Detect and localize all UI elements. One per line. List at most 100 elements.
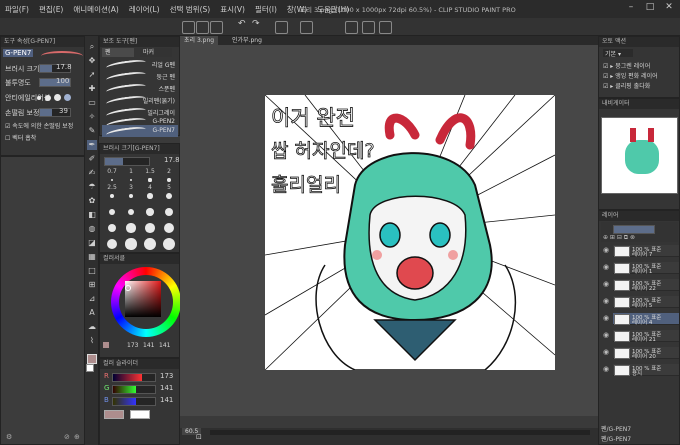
anti-alias-options[interactable] bbox=[37, 94, 71, 102]
menu-filter[interactable]: 필터(I) bbox=[250, 4, 282, 15]
subtool-tab-marker[interactable]: 마커 bbox=[140, 48, 172, 57]
menu-layer[interactable]: 레이어(L) bbox=[124, 4, 165, 15]
eye-icon[interactable]: ◉ bbox=[603, 331, 609, 339]
menu-selection[interactable]: 선택 범위(S) bbox=[165, 4, 216, 15]
eye-icon[interactable]: ◉ bbox=[603, 263, 609, 271]
settings-icon[interactable]: ⚙ bbox=[6, 433, 12, 441]
brush-size-preset[interactable] bbox=[125, 238, 137, 250]
pen-tool-icon[interactable]: ✒ bbox=[87, 140, 97, 150]
eye-icon[interactable]: ◉ bbox=[603, 246, 609, 254]
brush-size-preset[interactable] bbox=[148, 178, 152, 182]
eye-icon[interactable]: ◉ bbox=[603, 297, 609, 305]
clear-icon[interactable] bbox=[275, 21, 288, 34]
redo-icon[interactable]: ↷ bbox=[252, 19, 263, 30]
ruler-tool-icon[interactable]: ⊿ bbox=[87, 294, 97, 304]
brush-size-preset[interactable] bbox=[129, 178, 133, 182]
brush-size-preset[interactable] bbox=[144, 238, 156, 250]
aa-none-icon[interactable] bbox=[37, 96, 41, 100]
move-tool-icon[interactable]: ✥ bbox=[87, 56, 97, 66]
current-color-swatch[interactable] bbox=[104, 410, 124, 419]
brush-size-preset[interactable] bbox=[128, 193, 134, 199]
brush-size-preset[interactable] bbox=[111, 179, 113, 181]
operation-tool-icon[interactable]: ➚ bbox=[87, 70, 97, 80]
canvas-area[interactable]: 이거 완전 쌉 허자인데? 훌리얼리 bbox=[180, 45, 598, 416]
zoom-tool-icon[interactable]: ⌕ bbox=[87, 42, 97, 52]
pencil-tool-icon[interactable]: ✐ bbox=[87, 154, 97, 164]
text-tool-icon[interactable]: A bbox=[87, 308, 97, 318]
new-icon[interactable] bbox=[182, 21, 195, 34]
eyedropper-tool-icon[interactable]: ✎ bbox=[87, 126, 97, 136]
layer-row[interactable]: ◉ 100 % 표준 용지 bbox=[603, 364, 679, 377]
brush-size-preset[interactable] bbox=[146, 208, 154, 216]
g-slider[interactable] bbox=[112, 385, 156, 394]
brush-size-preset[interactable] bbox=[107, 223, 117, 233]
subtool-item[interactable]: 리얼 G펜 bbox=[102, 58, 178, 72]
color-picker-cursor[interactable] bbox=[125, 285, 131, 291]
panel-menu-icon[interactable]: ⊕ bbox=[74, 433, 80, 441]
eye-icon[interactable]: ◉ bbox=[603, 348, 609, 356]
vector-snap-checkbox[interactable]: ☐ 벡터 흡착 bbox=[5, 133, 36, 142]
brush-size-preset[interactable] bbox=[108, 208, 116, 216]
subtool-item[interactable]: 스푼펜 bbox=[102, 82, 178, 96]
panel-help-icon[interactable]: ⊘ bbox=[64, 433, 70, 441]
layer-row[interactable]: ◉ 100 % 표준 레이어 5 bbox=[603, 296, 679, 309]
action-item[interactable]: ☑ ▸ 뭉그렌 레이어 bbox=[603, 61, 650, 70]
correct-line-tool-icon[interactable]: ⌇ bbox=[87, 336, 97, 346]
speed-stabilization-checkbox[interactable]: ☑ 속도에 의한 손떨림 보정 bbox=[5, 121, 73, 130]
layer-row[interactable]: ◉ 100 % 표준 레이어 20 bbox=[603, 347, 679, 360]
layer-row[interactable]: ◉ 100 % 표준 레이어 4 bbox=[603, 313, 679, 326]
undo-icon[interactable]: ↶ bbox=[238, 19, 249, 30]
horizontal-scrollbar[interactable] bbox=[210, 430, 590, 435]
gradient-tool-icon[interactable]: ▦ bbox=[87, 252, 97, 262]
transform-icon[interactable] bbox=[300, 21, 313, 34]
brush-size-preset[interactable] bbox=[109, 193, 115, 199]
brush-size-preset[interactable] bbox=[126, 223, 136, 233]
subtool-item[interactable]: 둥근 펜 bbox=[102, 70, 178, 84]
close-icon[interactable]: ✕ bbox=[662, 2, 676, 15]
navigator-thumbnail[interactable] bbox=[601, 117, 678, 194]
brush-tool-icon[interactable]: ✍ bbox=[87, 168, 97, 178]
action-set-select[interactable]: 기본 ▾ bbox=[603, 49, 633, 58]
save-icon[interactable] bbox=[210, 21, 223, 34]
eye-icon[interactable]: ◉ bbox=[603, 314, 609, 322]
auto-select-tool-icon[interactable]: ✧ bbox=[87, 112, 97, 122]
artwork-canvas[interactable]: 이거 완전 쌉 허자인데? 훌리얼리 bbox=[265, 95, 555, 370]
move-layer-tool-icon[interactable]: ✚ bbox=[87, 84, 97, 94]
layer-opacity-slider[interactable] bbox=[613, 225, 655, 234]
eye-icon[interactable]: ◉ bbox=[603, 365, 609, 373]
b-slider[interactable] bbox=[112, 397, 156, 406]
ruler-icon[interactable] bbox=[362, 21, 375, 34]
action-item[interactable]: ☑ ▸ 앵잉 편화 레이어 bbox=[603, 71, 658, 80]
menu-edit[interactable]: 편집(E) bbox=[34, 4, 68, 15]
fill-tool-icon[interactable]: ◪ bbox=[87, 238, 97, 248]
layer-row[interactable]: ◉ 100 % 표준 레이어 22 bbox=[603, 279, 679, 292]
brush-size-preset[interactable] bbox=[106, 238, 118, 250]
decoration-tool-icon[interactable]: ✿ bbox=[87, 196, 97, 206]
menu-view[interactable]: 표시(V) bbox=[215, 4, 250, 15]
brush-size-preset[interactable] bbox=[145, 223, 155, 233]
open-icon[interactable] bbox=[196, 21, 209, 34]
figure-tool-icon[interactable]: □ bbox=[87, 266, 97, 276]
aa-strong-icon[interactable] bbox=[64, 94, 71, 101]
maximize-icon[interactable]: □ bbox=[643, 2, 657, 15]
brush-size-panel-slider[interactable] bbox=[104, 157, 150, 166]
sub-color-box[interactable] bbox=[130, 410, 150, 419]
brush-size-preset[interactable] bbox=[163, 222, 175, 234]
brush-size-preset[interactable] bbox=[164, 207, 174, 217]
action-item[interactable]: ☑ ▸ 클리핑 출다화 bbox=[603, 81, 650, 90]
blend-tool-icon[interactable]: ◍ bbox=[87, 224, 97, 234]
aa-weak-icon[interactable] bbox=[45, 95, 51, 101]
eraser-tool-icon[interactable]: ◧ bbox=[87, 210, 97, 220]
layer-row[interactable]: ◉ 100 % 표준 레이어 21 bbox=[603, 330, 679, 343]
menu-file[interactable]: 파일(F) bbox=[0, 4, 34, 15]
brush-size-preset[interactable] bbox=[167, 178, 171, 182]
eye-icon[interactable]: ◉ bbox=[603, 280, 609, 288]
brush-size-preset[interactable] bbox=[163, 238, 175, 250]
r-slider[interactable] bbox=[112, 373, 156, 382]
brush-size-preset[interactable] bbox=[127, 208, 135, 216]
grid-icon[interactable] bbox=[379, 21, 392, 34]
airbrush-tool-icon[interactable]: ☂ bbox=[87, 182, 97, 192]
subtool-tab-pen[interactable]: 펜 bbox=[102, 48, 134, 57]
layer-row[interactable]: ◉ 100 % 표준 레이어 7 bbox=[603, 245, 679, 258]
sub-color-swatch[interactable] bbox=[86, 364, 94, 372]
